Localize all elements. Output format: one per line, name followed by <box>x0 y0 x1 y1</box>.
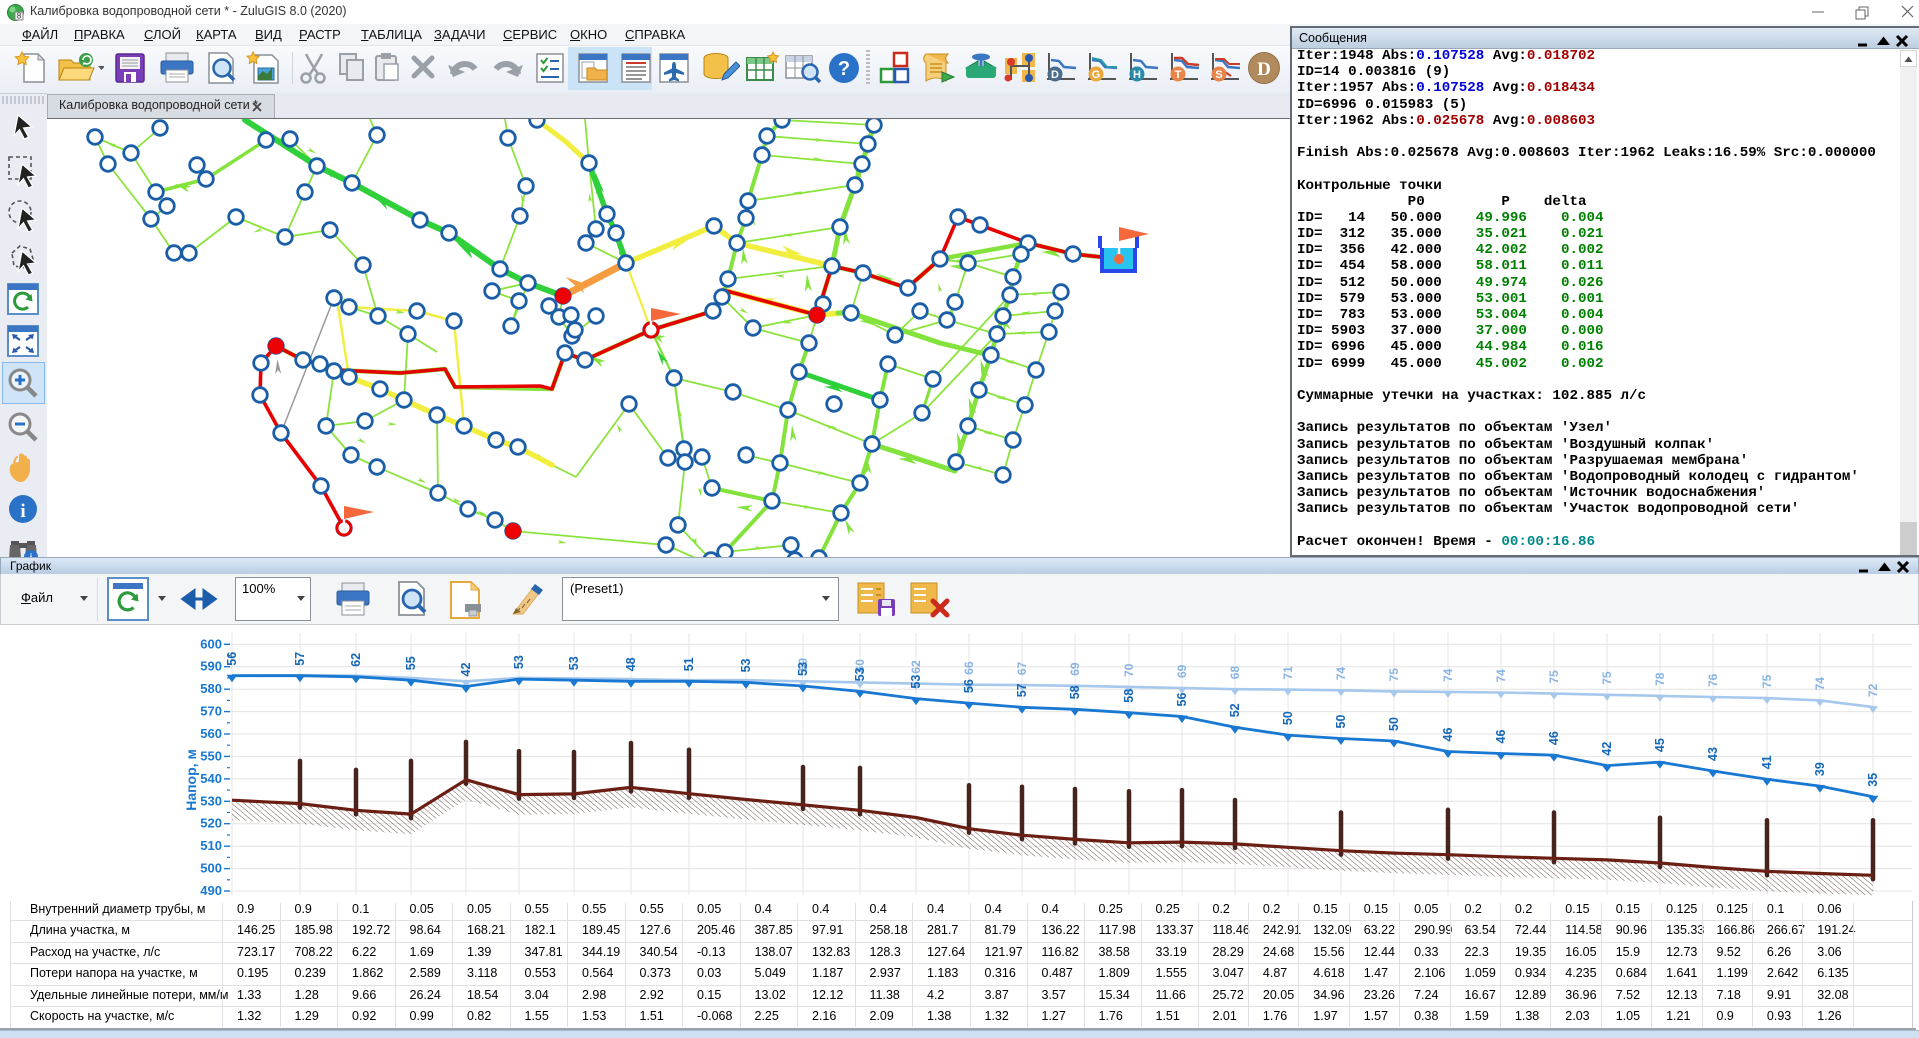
svg-text:58: 58 <box>1122 689 1136 703</box>
svg-text:D: D <box>1257 59 1271 80</box>
svg-text:35: 35 <box>1866 773 1880 787</box>
svg-text:45: 45 <box>1653 738 1667 752</box>
svg-text:500: 500 <box>200 861 222 876</box>
svg-text:48: 48 <box>624 657 638 671</box>
svg-text:53: 53 <box>567 656 581 670</box>
svg-text:42: 42 <box>1600 742 1614 756</box>
svg-text:580: 580 <box>200 681 222 696</box>
svg-text:50: 50 <box>1281 711 1295 725</box>
svg-text:69: 69 <box>1068 662 1082 676</box>
svg-text:?: ? <box>838 58 850 80</box>
svg-text:62: 62 <box>349 653 363 667</box>
svg-text:43: 43 <box>1706 747 1720 761</box>
svg-text:56: 56 <box>962 679 976 693</box>
svg-text:78: 78 <box>1653 672 1667 686</box>
svg-text:560: 560 <box>200 726 222 741</box>
svg-text:71: 71 <box>1281 666 1295 680</box>
svg-text:46: 46 <box>1547 731 1561 745</box>
svg-text:Напор, м: Напор, м <box>183 749 199 811</box>
svg-text:590: 590 <box>200 659 222 674</box>
svg-text:51: 51 <box>682 657 696 671</box>
svg-text:520: 520 <box>200 816 222 831</box>
svg-text:490: 490 <box>200 883 222 898</box>
svg-text:70: 70 <box>1122 663 1136 677</box>
svg-text:74: 74 <box>1334 667 1348 681</box>
svg-text:56: 56 <box>225 652 239 666</box>
svg-text:530: 530 <box>200 793 222 808</box>
svg-text:550: 550 <box>200 748 222 763</box>
svg-text:75: 75 <box>1600 671 1614 685</box>
svg-text:8: 8 <box>17 12 22 21</box>
svg-text:75: 75 <box>1547 670 1561 684</box>
svg-text:53: 53 <box>796 662 810 676</box>
svg-text:53: 53 <box>739 658 753 672</box>
svg-text:D: D <box>1051 69 1059 81</box>
svg-text:75: 75 <box>1760 674 1774 688</box>
svg-text:68: 68 <box>1228 666 1242 680</box>
svg-text:62: 62 <box>909 660 923 674</box>
svg-text:57: 57 <box>1015 683 1029 697</box>
svg-text:46: 46 <box>1494 730 1508 744</box>
svg-text:75: 75 <box>1387 668 1401 682</box>
svg-text:74: 74 <box>1441 668 1455 682</box>
svg-text:53: 53 <box>909 675 923 689</box>
svg-text:i: i <box>20 501 25 522</box>
svg-text:T: T <box>1175 69 1182 81</box>
svg-text:56: 56 <box>1175 693 1189 707</box>
svg-text:41: 41 <box>1760 755 1774 769</box>
svg-text:570: 570 <box>200 704 222 719</box>
svg-text:600: 600 <box>200 636 222 651</box>
svg-text:G: G <box>1092 69 1101 81</box>
svg-text:S: S <box>1215 69 1222 81</box>
svg-text:57: 57 <box>293 652 307 666</box>
svg-text:42: 42 <box>459 663 473 677</box>
svg-text:74: 74 <box>1494 669 1508 683</box>
svg-text:52: 52 <box>1228 703 1242 717</box>
svg-text:67: 67 <box>1015 661 1029 675</box>
svg-text:540: 540 <box>200 771 222 786</box>
svg-text:510: 510 <box>200 838 222 853</box>
svg-text:53: 53 <box>512 655 526 669</box>
svg-text:76: 76 <box>1706 673 1720 687</box>
svg-text:50: 50 <box>1387 717 1401 731</box>
svg-text:66: 66 <box>962 661 976 675</box>
svg-text:H: H <box>1133 69 1141 81</box>
svg-text:58: 58 <box>1068 685 1082 699</box>
svg-text:53: 53 <box>853 667 867 681</box>
svg-text:50: 50 <box>1334 715 1348 729</box>
svg-text:55: 55 <box>404 656 418 670</box>
svg-text:69: 69 <box>1175 664 1189 678</box>
svg-text:39: 39 <box>1813 762 1827 776</box>
svg-text:46: 46 <box>1441 728 1455 742</box>
svg-text:74: 74 <box>1813 677 1827 691</box>
svg-text:72: 72 <box>1866 683 1880 697</box>
